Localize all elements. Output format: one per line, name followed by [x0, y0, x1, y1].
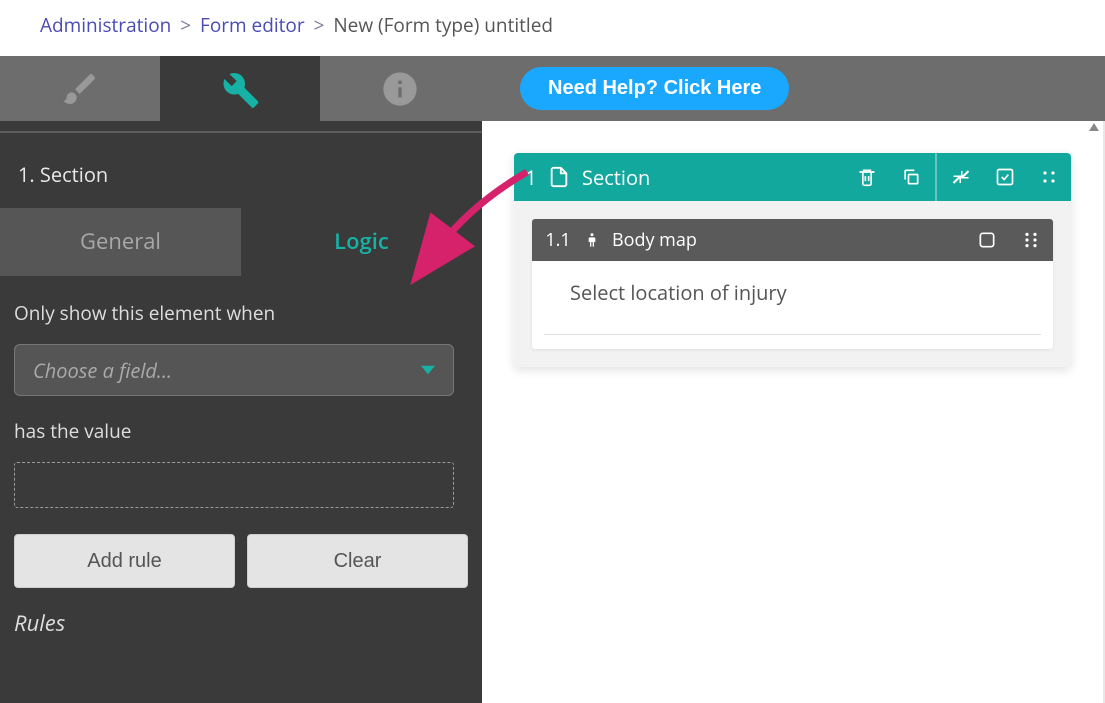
- form-item-card[interactable]: 1.1 Body map: [532, 219, 1053, 349]
- clear-button[interactable]: Clear: [247, 534, 468, 588]
- breadcrumb-current: New (Form type) untitled: [333, 12, 553, 38]
- mark-required-button[interactable]: [983, 153, 1027, 201]
- section-card[interactable]: 1 Section: [514, 153, 1071, 367]
- breadcrumb-separator: >: [176, 12, 195, 38]
- section-title-label: 1. Section: [0, 133, 482, 208]
- section-title: Section: [582, 164, 650, 191]
- subtab-general[interactable]: General: [0, 208, 241, 276]
- form-canvas: 1 Section: [482, 121, 1105, 703]
- item-number: 1.1: [532, 228, 584, 252]
- copy-icon: [901, 167, 921, 187]
- tab-settings[interactable]: [160, 56, 320, 121]
- editor-toolbar: Need Help? Click Here: [0, 56, 1105, 121]
- tab-design[interactable]: [0, 56, 160, 121]
- wrench-icon: [220, 69, 260, 109]
- select-placeholder: Choose a field...: [33, 357, 172, 384]
- has-value-label: has the value: [14, 418, 468, 444]
- section-header[interactable]: 1 Section: [514, 153, 1071, 201]
- drag-section-handle[interactable]: [1027, 153, 1071, 201]
- item-required-toggle[interactable]: [965, 219, 1009, 261]
- toolbar-divider: [935, 153, 937, 201]
- info-icon: [380, 69, 420, 109]
- form-item-header[interactable]: 1.1 Body map: [532, 219, 1053, 261]
- grip-icon: [1023, 232, 1039, 248]
- breadcrumb-link-administration[interactable]: Administration: [40, 12, 171, 38]
- paintbrush-icon: [60, 69, 100, 109]
- properties-panel: 1. Section General Logic Only show this …: [0, 121, 482, 703]
- breadcrumb-separator: >: [310, 12, 329, 38]
- conditional-value-dropzone[interactable]: [14, 462, 454, 508]
- breadcrumb-link-form-editor[interactable]: Form editor: [200, 12, 305, 38]
- delete-section-button[interactable]: [845, 153, 889, 201]
- check-square-icon: [995, 167, 1015, 187]
- rules-heading: Rules: [14, 608, 468, 638]
- section-number: 1: [514, 164, 548, 191]
- chevron-down-icon: [421, 363, 435, 377]
- help-button[interactable]: Need Help? Click Here: [520, 67, 789, 110]
- add-rule-button[interactable]: Add rule: [14, 534, 235, 588]
- square-icon: [977, 230, 997, 250]
- tab-info[interactable]: [320, 56, 480, 121]
- item-title: Body map: [612, 228, 697, 252]
- duplicate-section-button[interactable]: [889, 153, 933, 201]
- conditional-field-select[interactable]: Choose a field...: [14, 344, 454, 396]
- person-icon: [584, 229, 600, 251]
- collapse-icon: [952, 168, 970, 186]
- collapse-section-button[interactable]: [939, 153, 983, 201]
- breadcrumb: Administration > Form editor > New (Form…: [0, 0, 1105, 56]
- item-prompt: Select location of injury: [544, 261, 1041, 335]
- trash-icon: [857, 167, 877, 187]
- subtab-logic[interactable]: Logic: [241, 208, 482, 276]
- drag-item-handle[interactable]: [1009, 219, 1053, 261]
- show-when-label: Only show this element when: [14, 300, 468, 326]
- scroll-up-arrow[interactable]: [1089, 123, 1099, 131]
- properties-subtabs: General Logic: [0, 208, 482, 276]
- grip-icon: [1041, 169, 1057, 185]
- page-icon: [548, 164, 570, 190]
